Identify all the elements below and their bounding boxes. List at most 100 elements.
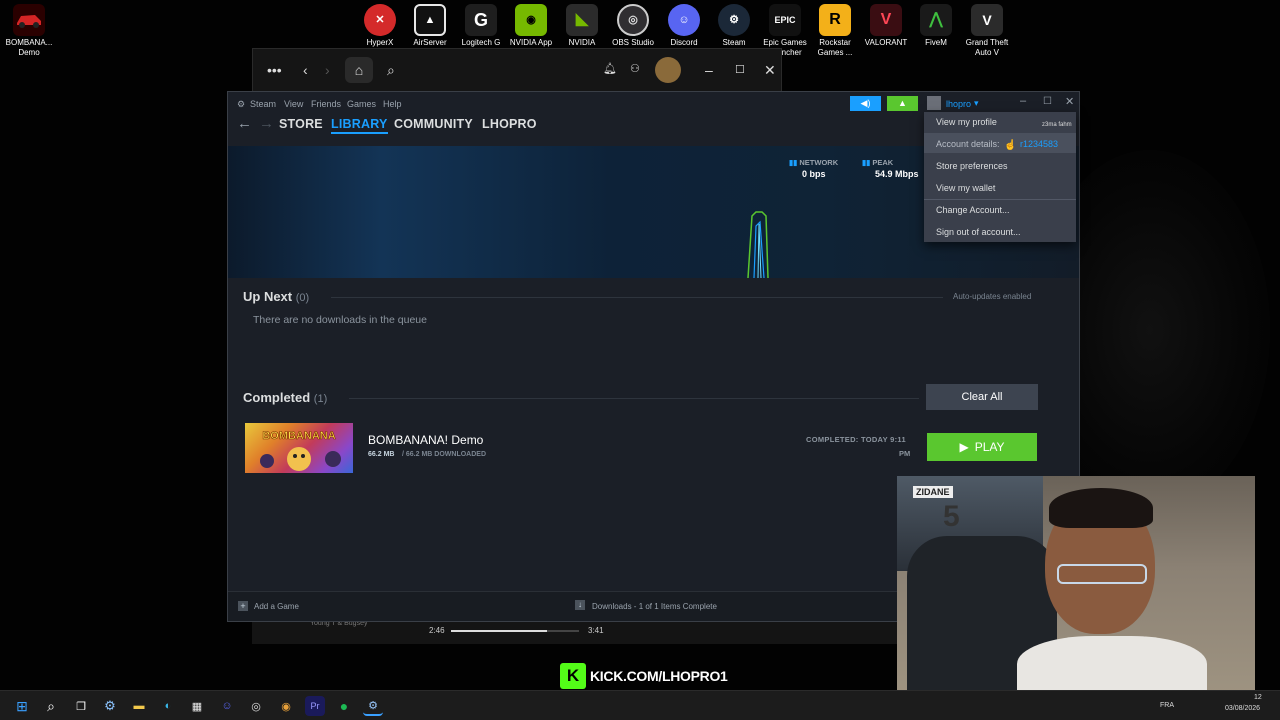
back-icon[interactable]: ‹ <box>303 62 308 78</box>
username-dropdown[interactable]: lhopro <box>946 99 971 109</box>
desktop-icon-airserver[interactable]: ▲ AirServer <box>401 4 459 48</box>
clear-all-button[interactable]: Clear All <box>926 384 1038 410</box>
bombanana-logo: BOMBANANA <box>262 430 335 442</box>
desktop-icon-steam[interactable]: ⚙ Steam <box>705 4 763 48</box>
desktop-icon-nvidia[interactable]: ◣ NVIDIA <box>553 4 611 48</box>
close-icon[interactable]: ✕ <box>764 62 776 79</box>
download-icon: ↓ <box>575 600 585 610</box>
desktop-icon-label: Steam <box>722 38 746 47</box>
webcam-overlay: ZIDANE 5 <box>897 476 1255 706</box>
completed-count: (1) <box>313 393 328 405</box>
menu-item-view-profile[interactable]: View my profile <box>936 117 997 127</box>
desktop-icon-nvidia-app[interactable]: ◉ NVIDIA App <box>502 4 560 48</box>
menu-games[interactable]: Games <box>347 99 376 109</box>
forward-icon[interactable]: › <box>325 62 330 78</box>
chat-overlay-text: z3ma fahm <box>1042 122 1072 128</box>
completed-time: COMPLETED: TODAY 9:11 <box>806 435 906 444</box>
menu-item-change-account[interactable]: Change Account... <box>936 205 1010 215</box>
person-hair <box>1049 488 1153 528</box>
bell-icon[interactable]: 🔔︎ <box>603 62 617 75</box>
up-next-heading: Up Next (0) <box>243 289 309 304</box>
search-icon[interactable]: ⌕ <box>41 696 61 716</box>
obs-icon[interactable]: ◎ <box>246 696 266 716</box>
discord-icon[interactable]: ☺ <box>217 696 237 716</box>
premiere-icon[interactable]: Pr <box>305 696 325 716</box>
bombanana-art: BOMBANANA <box>260 430 341 471</box>
menu-item-account-details[interactable]: Account details: <box>936 139 1000 149</box>
steam-menubar: ⚙ Steam View Friends Games Help ◀) ▲ lho… <box>228 92 1079 114</box>
maximize-icon[interactable]: ☐ <box>735 63 745 76</box>
game-size-total: / 66.2 MB DOWNLOADED <box>402 451 487 458</box>
tab-profile[interactable]: LHOPRO <box>482 117 537 131</box>
more-icon[interactable]: ••• <box>267 62 282 78</box>
minimize-icon[interactable]: – <box>1020 95 1026 107</box>
menu-view[interactable]: View <box>284 99 303 109</box>
forward-arrow-icon[interactable]: → <box>259 115 274 132</box>
obs-icon: ◎ <box>617 4 649 36</box>
desktop-icon-gta[interactable]: V Grand Theft Auto V <box>958 4 1016 58</box>
close-icon[interactable]: ✕ <box>1065 95 1074 108</box>
language-indicator[interactable]: FRA <box>1160 702 1174 709</box>
menu-friends[interactable]: Friends <box>311 99 341 109</box>
file-explorer-icon[interactable]: ▬ <box>129 696 149 716</box>
desktop-icon-bombanana[interactable]: BOMBANA... Demo <box>0 4 58 58</box>
announcements-icon[interactable]: ◀) <box>850 96 881 111</box>
fivem-icon: ⋀ <box>920 4 952 36</box>
desktop-icon-fivem[interactable]: ⋀ FiveM <box>907 4 965 48</box>
maximize-icon[interactable]: ☐ <box>1043 96 1052 107</box>
search-icon[interactable]: ⌕ <box>387 62 395 79</box>
play-button[interactable]: ▶ PLAY <box>927 433 1037 461</box>
home-icon[interactable]: ⌂ <box>345 57 373 83</box>
media-total: 3:41 <box>588 626 604 635</box>
completed-time-suffix: PM <box>899 449 911 458</box>
steam-icon[interactable]: ⚙ <box>363 696 383 716</box>
game-title[interactable]: BOMBANANA! Demo <box>368 433 483 447</box>
chrome-icon[interactable]: ◉ <box>276 696 296 716</box>
desktop-icon-rockstar[interactable]: R Rockstar Games ... <box>806 4 864 58</box>
completed-title: Completed <box>243 390 311 405</box>
spotify-icon[interactable]: ● <box>334 696 354 716</box>
desktop-icon-obs[interactable]: ◎ OBS Studio <box>604 4 662 48</box>
game-thumbnail[interactable]: BOMBANANA <box>245 423 353 473</box>
rockstar-icon: R <box>819 4 851 36</box>
edge-icon[interactable]: ◐ <box>158 696 178 716</box>
peak-stat: ▮▮ PEAK 54.9 Mbps <box>862 158 919 179</box>
gta-icon: V <box>971 4 1003 36</box>
play-icon: ▶ <box>959 440 969 454</box>
tab-library[interactable]: LIBRARY <box>331 117 388 134</box>
avatar[interactable] <box>655 57 681 83</box>
back-arrow-icon[interactable]: ← <box>237 115 252 132</box>
account-dropdown: View my profile Account details: r123458… <box>924 112 1076 242</box>
glasses <box>1057 564 1147 584</box>
network-stat: ▮▮ NETWORK 0 bps <box>789 158 838 179</box>
notifications-icon[interactable]: ▲ <box>887 96 918 111</box>
steam-icon: ⚙ <box>718 4 750 36</box>
epic-icon: EPIC <box>769 4 801 36</box>
friends-icon[interactable]: ⚇ <box>630 62 640 75</box>
menu-item-wallet[interactable]: View my wallet <box>936 183 995 193</box>
clock-time[interactable]: 12 <box>1254 694 1262 701</box>
kick-url: KICK.COM/LHOPRO1 <box>590 668 728 684</box>
clock-date[interactable]: 03/08/2026 <box>1225 705 1260 712</box>
avatar[interactable] <box>927 96 941 110</box>
minimize-icon[interactable]: – <box>705 62 713 78</box>
kick-overlay: K KICK.COM/LHOPRO1 <box>560 661 730 691</box>
tab-community[interactable]: COMMUNITY <box>394 117 473 131</box>
store-icon[interactable]: ▦ <box>187 696 207 716</box>
menu-item-store-preferences[interactable]: Store preferences <box>936 161 1008 171</box>
menu-steam[interactable]: Steam <box>250 99 276 109</box>
desktop-icon-label: Rockstar Games ... <box>817 38 853 57</box>
add-game-link[interactable]: Add a Game <box>254 602 299 611</box>
windows-start-icon[interactable]: ⊞ <box>12 696 32 716</box>
downloads-status[interactable]: Downloads - 1 of 1 Items Complete <box>592 602 717 611</box>
tab-store[interactable]: STORE <box>279 117 323 131</box>
settings-icon[interactable]: ⚙ <box>100 696 120 716</box>
task-view-icon[interactable]: ❐ <box>71 696 91 716</box>
menu-help[interactable]: Help <box>383 99 402 109</box>
taskbar: ⊞ ⌕ ❐ ⚙ ▬ ◐ ▦ ☺ ◎ ◉ Pr ● ⚙ FRA 12 03/08/… <box>0 690 1280 720</box>
nvidia-icon: ◣ <box>566 4 598 36</box>
menu-item-sign-out[interactable]: Sign out of account... <box>936 227 1021 237</box>
peak-label: PEAK <box>872 158 894 167</box>
media-progress-track[interactable] <box>451 630 579 632</box>
account-id: r1234583 <box>1020 139 1059 149</box>
